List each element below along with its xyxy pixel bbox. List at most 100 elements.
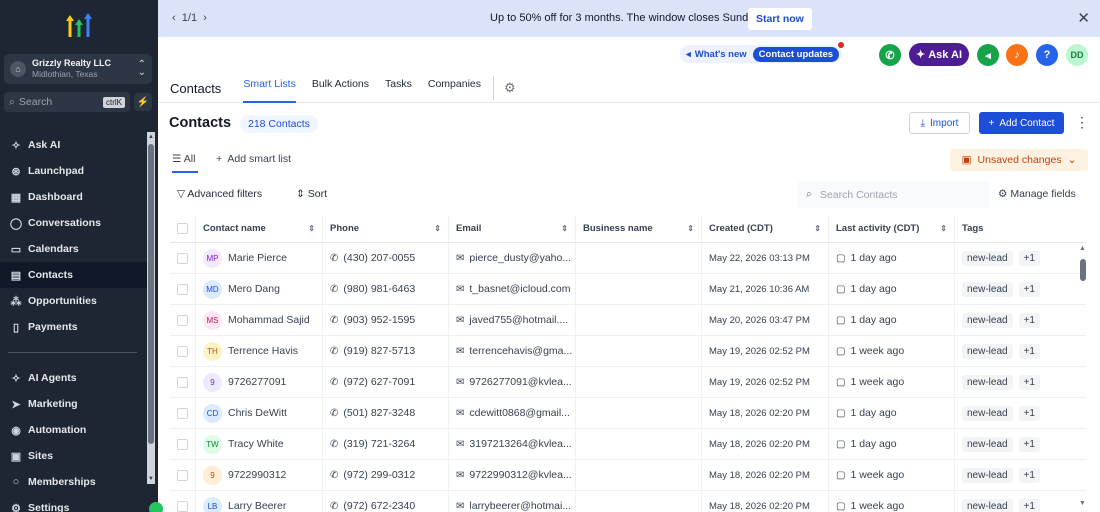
contact-name[interactable]: 9726277091 [228, 376, 286, 388]
row-checkbox[interactable] [170, 274, 196, 304]
banner-pager[interactable]: ‹ 1/1 › [172, 12, 207, 24]
table-row[interactable]: TH Terrence Havis ✆ (919) 827-5713 ✉ terrence… [170, 336, 1086, 367]
contact-name-cell[interactable]: LB Larry Beerer [196, 491, 323, 512]
smart-list-all[interactable]: ☰ All [172, 153, 199, 173]
row-checkbox[interactable] [170, 491, 196, 512]
sidebar-item-payments[interactable]: ▯ Payments [0, 314, 147, 340]
tags-cell[interactable]: new-lead +1 [955, 429, 1086, 459]
scroll-down-icon[interactable]: ▼ [1079, 500, 1086, 507]
column-header[interactable]: Phone ⇕ [323, 215, 449, 242]
tags-cell[interactable]: new-lead +1 [955, 367, 1086, 397]
table-row[interactable]: TW Tracy White ✆ (319) 721-3264 ✉ 3197213264@… [170, 429, 1086, 460]
more-tags-badge[interactable]: +1 [1018, 436, 1040, 452]
email-cell[interactable]: ✉ t_basnet@icloud.com [449, 274, 576, 304]
sidebar-scrollbar[interactable]: ▲ ▼ [147, 132, 155, 484]
contact-name[interactable]: Mero Dang [228, 283, 280, 295]
column-header[interactable]: Last activity (CDT) ⇕ [829, 215, 955, 242]
more-tags-badge[interactable]: +1 [1018, 281, 1040, 297]
tags-cell[interactable]: new-lead +1 [955, 460, 1086, 490]
more-tags-badge[interactable]: +1 [1018, 374, 1040, 390]
add-contact-button[interactable]: + Add Contact [979, 112, 1064, 134]
email-cell[interactable]: ✉ pierce_dusty@yaho... [449, 243, 576, 273]
scroll-up-icon[interactable]: ▲ [1079, 245, 1086, 252]
email-cell[interactable]: ✉ cdewitt0868@gmail... [449, 398, 576, 428]
contact-name-cell[interactable]: MD Mero Dang [196, 274, 323, 304]
contact-name[interactable]: Tracy White [228, 438, 284, 450]
scroll-up-icon[interactable]: ▲ [147, 134, 155, 140]
phone-cell[interactable]: ✆ (980) 981-6463 [323, 274, 449, 304]
tab-companies[interactable]: Companies [428, 73, 481, 103]
ask-ai-button[interactable]: ✦ Ask AI [909, 43, 969, 66]
contact-name[interactable]: Mohammad Sajid [228, 314, 310, 326]
import-button[interactable]: ⤓ Import [909, 112, 970, 134]
contact-name-cell[interactable]: 9 9726277091 [196, 367, 323, 397]
sidebar-item-marketing[interactable]: ➤ Marketing [0, 391, 147, 417]
sidebar-item-memberships[interactable]: ○ Memberships [0, 469, 147, 495]
tab-smart-lists[interactable]: Smart Lists [243, 73, 296, 103]
table-row[interactable]: 9 9722990312 ✆ (972) 299-0312 ✉ 9722990312@kv… [170, 460, 1086, 491]
sort-button[interactable]: ⇕ Sort [296, 188, 327, 200]
bolt-icon[interactable]: ⚡ [134, 93, 152, 111]
tags-cell[interactable]: new-lead +1 [955, 274, 1086, 304]
help-icon[interactable]: ? [1036, 44, 1058, 66]
contact-name[interactable]: Marie Pierce [228, 252, 287, 264]
phone-cell[interactable]: ✆ (903) 952-1595 [323, 305, 449, 335]
gear-icon[interactable]: ⚙ [504, 80, 516, 96]
contact-name-cell[interactable]: 9 9722990312 [196, 460, 323, 490]
email-cell[interactable]: ✉ javed755@hotmail.... [449, 305, 576, 335]
table-row[interactable]: CD Chris DeWitt ✆ (501) 827-3248 ✉ cdewitt086… [170, 398, 1086, 429]
email-cell[interactable]: ✉ terrencehavis@gma... [449, 336, 576, 366]
add-smart-list-button[interactable]: + Add smart list [216, 153, 291, 165]
contact-search-input[interactable]: ⌕ Search Contacts [798, 181, 990, 208]
row-checkbox[interactable] [170, 305, 196, 335]
sidebar-item-settings[interactable]: ⚙ Settings [0, 495, 147, 512]
email-cell[interactable]: ✉ 3197213264@kvlea... [449, 429, 576, 459]
more-tags-badge[interactable]: +1 [1018, 467, 1040, 483]
row-checkbox[interactable] [170, 460, 196, 490]
app-logo[interactable] [0, 0, 158, 52]
row-checkbox[interactable] [170, 336, 196, 366]
more-options-icon[interactable]: ⋮ [1075, 114, 1089, 131]
table-row[interactable]: MD Mero Dang ✆ (980) 981-6463 ✉ t_basnet@iclo… [170, 274, 1086, 305]
phone-cell[interactable]: ✆ (972) 672-2340 [323, 491, 449, 512]
phone-cell[interactable]: ✆ (919) 827-5713 [323, 336, 449, 366]
advanced-filters-button[interactable]: ▽ Advanced filters [177, 188, 262, 200]
select-all-checkbox[interactable] [170, 215, 196, 242]
contact-name[interactable]: Larry Beerer [228, 500, 286, 512]
contact-updates-badge[interactable]: Contact updates [752, 46, 840, 62]
manage-fields-button[interactable]: ⚙ Manage fields [998, 188, 1076, 200]
email-cell[interactable]: ✉ 9726277091@kvlea... [449, 367, 576, 397]
sidebar-item-calendars[interactable]: ▭ Calendars [0, 236, 147, 262]
sidebar-scroll-thumb[interactable] [148, 144, 154, 444]
tab-bulk-actions[interactable]: Bulk Actions [312, 73, 369, 103]
user-avatar[interactable]: DD [1066, 44, 1088, 66]
table-row[interactable]: 9 9726277091 ✆ (972) 627-7091 ✉ 9726277091@kv… [170, 367, 1086, 398]
sidebar-item-dashboard[interactable]: ▦ Dashboard [0, 184, 147, 210]
phone-icon[interactable]: ✆ [879, 44, 901, 66]
column-header[interactable]: Tags [955, 215, 1086, 242]
sidebar-item-automation[interactable]: ◉ Automation [0, 417, 147, 443]
sidebar-item-contacts[interactable]: ▤ Contacts [0, 262, 147, 288]
more-tags-badge[interactable]: +1 [1018, 405, 1040, 421]
close-icon[interactable]: ✕ [1077, 9, 1090, 27]
sidebar-item-conversations[interactable]: ◯ Conversations [0, 210, 147, 236]
tab-tasks[interactable]: Tasks [385, 73, 412, 103]
column-header[interactable]: Business name ⇕ [576, 215, 702, 242]
tags-cell[interactable]: new-lead +1 [955, 305, 1086, 335]
table-scrollbar[interactable]: ▲ ▼ [1079, 245, 1087, 509]
column-header[interactable]: Created (CDT) ⇕ [702, 215, 829, 242]
row-checkbox[interactable] [170, 398, 196, 428]
table-row[interactable]: MS Mohammad Sajid ✆ (903) 952-1595 ✉ javed755… [170, 305, 1086, 336]
table-scroll-thumb[interactable] [1080, 259, 1086, 281]
email-cell[interactable]: ✉ larrybeerer@hotmai... [449, 491, 576, 512]
tags-cell[interactable]: new-lead +1 [955, 491, 1086, 512]
contact-name-cell[interactable]: TH Terrence Havis [196, 336, 323, 366]
contact-name-cell[interactable]: MS Mohammad Sajid [196, 305, 323, 335]
more-tags-badge[interactable]: +1 [1018, 312, 1040, 328]
sidebar-item-ask-ai[interactable]: ✧ Ask AI [0, 132, 147, 158]
row-checkbox[interactable] [170, 243, 196, 273]
contact-name[interactable]: 9722990312 [228, 469, 286, 481]
table-row[interactable]: LB Larry Beerer ✆ (972) 672-2340 ✉ larrybeere… [170, 491, 1086, 512]
start-now-button[interactable]: Start now [748, 8, 812, 30]
contact-name-cell[interactable]: TW Tracy White [196, 429, 323, 459]
